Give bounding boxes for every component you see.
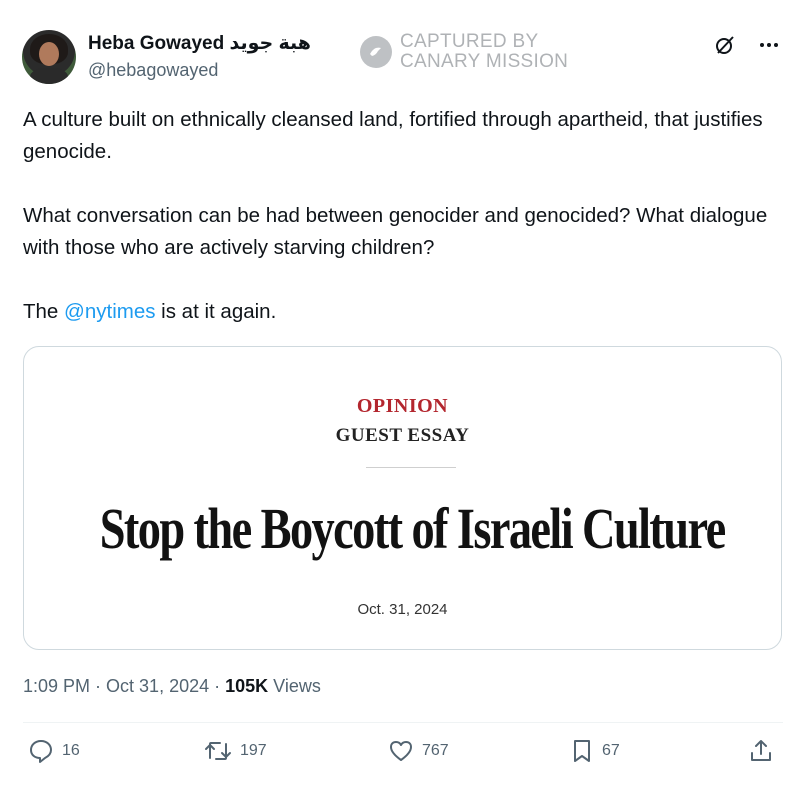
more-icon[interactable] xyxy=(758,34,780,56)
author-handle[interactable]: @hebagowayed xyxy=(88,58,311,82)
views-count: 105K xyxy=(225,676,269,696)
canary-mission-watermark: CAPTURED BY CANARY MISSION xyxy=(360,32,568,72)
tweet-paragraph-2: What conversation can be had between gen… xyxy=(23,204,768,259)
actions-divider xyxy=(23,722,783,723)
repost-count: 197 xyxy=(240,742,267,759)
like-count: 767 xyxy=(422,742,449,759)
tweet-time[interactable]: 1:09 PM xyxy=(23,676,90,696)
repost-icon xyxy=(204,738,232,764)
repost-button[interactable]: 197 xyxy=(204,738,267,764)
meta-separator-2: · xyxy=(209,676,226,696)
bookmark-icon xyxy=(570,738,594,764)
mention-link[interactable]: @nytimes xyxy=(64,300,155,323)
tweet-text: A culture built on ethnically cleansed l… xyxy=(23,104,783,360)
tweet-top-actions xyxy=(714,34,780,56)
like-button[interactable]: 767 xyxy=(388,738,449,764)
tweet-paragraph-3: The @nytimes is at it again. xyxy=(23,296,783,328)
watermark-line-2: CANARY MISSION xyxy=(400,51,569,72)
bookmark-button[interactable]: 67 xyxy=(570,738,620,764)
watermark-line-1: CAPTURED BY xyxy=(400,31,539,52)
share-button[interactable] xyxy=(748,738,774,764)
link-card[interactable]: OPINION GUEST ESSAY Stop the Boycott of … xyxy=(23,346,782,650)
tweet-meta: 1:09 PM · Oct 31, 2024 · 105K Views xyxy=(23,674,321,698)
avatar-body xyxy=(30,68,68,84)
paragraph-3-suffix: is at it again. xyxy=(155,300,277,323)
meta-separator: · xyxy=(90,676,107,696)
canary-mission-logo-icon xyxy=(360,36,392,68)
card-subsection-label: GUEST ESSAY xyxy=(335,425,470,446)
paragraph-3-prefix: The xyxy=(23,300,65,323)
author-display-name[interactable]: Heba Gowayed هبة جويد xyxy=(88,32,311,56)
watermark-text: CAPTURED BY CANARY MISSION xyxy=(400,32,568,72)
card-headline: Stop the Boycott of Israeli Culture xyxy=(99,496,727,561)
reply-button[interactable]: 16 xyxy=(28,738,80,764)
reply-count: 16 xyxy=(62,742,80,759)
like-icon xyxy=(388,738,414,764)
avatar-face xyxy=(39,42,59,66)
tweet-paragraph-1: A culture built on ethnically cleansed l… xyxy=(23,108,763,163)
tweet-header: Heba Gowayed هبة جويد @hebagowayed CAPTU… xyxy=(22,28,782,88)
card-divider xyxy=(366,467,456,468)
avatar[interactable] xyxy=(22,30,76,84)
bookmark-count: 67 xyxy=(602,742,620,759)
grok-icon[interactable] xyxy=(714,34,736,56)
card-section-label: OPINION xyxy=(356,395,449,417)
share-icon xyxy=(748,738,774,764)
tweet-actions: 16 197 767 67 xyxy=(28,738,780,774)
reply-icon xyxy=(28,738,54,764)
author-names: Heba Gowayed هبة جويد @hebagowayed xyxy=(88,32,311,82)
tweet-date[interactable]: Oct 31, 2024 xyxy=(106,676,209,696)
views-label: Views xyxy=(268,676,321,696)
card-date: Oct. 31, 2024 xyxy=(357,601,448,618)
